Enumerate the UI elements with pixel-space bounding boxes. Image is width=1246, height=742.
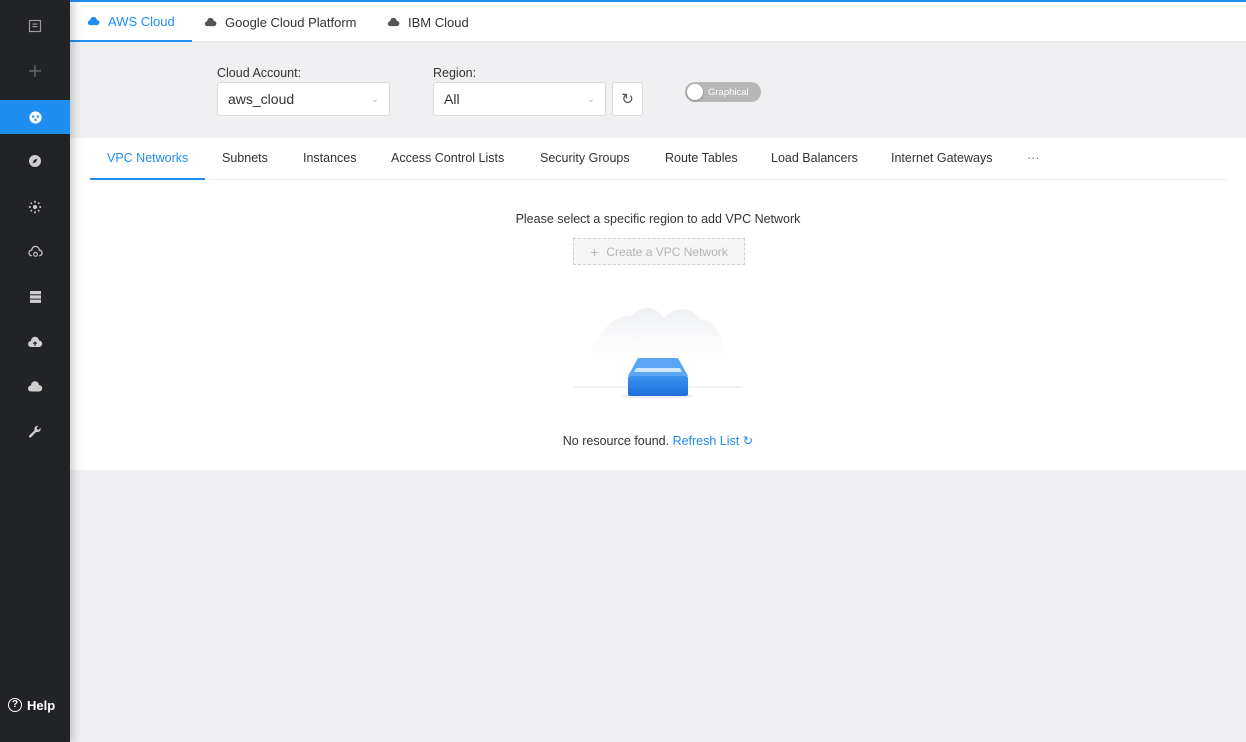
sidebar-item-network[interactable] <box>0 100 70 134</box>
help-label: Help <box>27 697 56 713</box>
tab-label: VPC Networks <box>107 151 189 165</box>
no-resource-label: No resource found. <box>562 434 670 448</box>
cloud-upload-icon <box>28 336 43 347</box>
cloud-icon <box>87 16 100 25</box>
refresh-icon: ↻ <box>742 434 754 448</box>
sidebar-item-add[interactable] <box>0 54 70 88</box>
tab-label: Security Groups <box>540 151 630 165</box>
sidebar-item-dashboard[interactable] <box>0 9 70 43</box>
chevron-down-icon: ⌄ <box>370 93 379 105</box>
region-value: All <box>444 91 460 107</box>
refresh-list-link[interactable]: Refresh List ↻ <box>673 434 754 448</box>
tab-vpc-networks[interactable]: VPC Networks <box>90 138 206 180</box>
plus-icon <box>29 65 41 77</box>
sidebar-item-cloud-upload[interactable] <box>0 325 70 359</box>
cloud-account-label: Cloud Account: <box>217 66 302 80</box>
tab-label: Google Cloud Platform <box>225 14 357 30</box>
tab-label: Load Balancers <box>771 151 858 165</box>
dashboard-icon <box>28 19 42 33</box>
sidebar: ? Help <box>0 0 70 742</box>
tab-label: Access Control Lists <box>391 151 505 165</box>
sidebar-item-cloud[interactable] <box>0 370 70 404</box>
plus-icon: + <box>590 243 599 260</box>
tab-label: AWS Cloud <box>108 13 175 29</box>
resource-tabs: VPC Networks Subnets Instances Access Co… <box>90 138 1226 180</box>
cloud-icon <box>204 17 217 26</box>
cloud-account-select[interactable]: aws_cloud ⌄ <box>217 82 390 116</box>
more-icon: ··· <box>1027 151 1040 165</box>
tab-route-tables[interactable]: Route Tables <box>665 138 738 180</box>
tab-instances[interactable]: Instances <box>303 138 357 180</box>
graphical-toggle[interactable]: Graphical <box>685 82 761 102</box>
empty-box-illustration <box>574 307 742 399</box>
cloud-sync-icon <box>27 245 43 257</box>
tab-internet-gateways[interactable]: Internet Gateways <box>891 138 992 180</box>
compass-icon <box>29 155 41 167</box>
sidebar-item-cloud-sync[interactable] <box>0 235 70 269</box>
toggle-label: Graphical <box>708 86 749 98</box>
sidebar-item-explore[interactable] <box>0 144 70 178</box>
help-icon: ? <box>8 698 22 712</box>
cloud-icon <box>28 381 43 392</box>
region-label: Region: <box>433 66 477 80</box>
chevron-down-icon: ⌄ <box>586 93 595 105</box>
network-icon <box>28 110 42 124</box>
filter-bar: Cloud Account: aws_cloud ⌄ Region: All ⌄… <box>70 42 1246 138</box>
sidebar-item-cluster[interactable] <box>0 190 70 224</box>
help-link[interactable]: ? Help <box>8 696 55 714</box>
refresh-icon: ↻ <box>621 91 634 108</box>
server-icon <box>29 291 41 303</box>
tab-access-control-lists[interactable]: Access Control Lists <box>391 138 504 180</box>
region-select[interactable]: All ⌄ <box>433 82 606 116</box>
tab-ibm-cloud[interactable]: IBM Cloud <box>370 2 486 42</box>
tab-security-groups[interactable]: Security Groups <box>540 138 630 180</box>
tab-label: IBM Cloud <box>408 14 469 30</box>
tab-label: Internet Gateways <box>891 151 993 165</box>
tab-subnets[interactable]: Subnets <box>222 138 268 180</box>
sidebar-item-server[interactable] <box>0 280 70 314</box>
sidebar-item-tools[interactable] <box>0 415 70 449</box>
create-button-label: Create a VPC Network <box>606 244 728 259</box>
tab-label: Subnets <box>222 151 268 165</box>
tab-label: Route Tables <box>665 151 738 165</box>
no-resource-text: No resource found. Refresh List ↻ <box>70 433 1246 448</box>
wrench-icon <box>28 425 41 438</box>
tab-aws-cloud[interactable]: AWS Cloud <box>70 2 192 42</box>
cloud-account-value: aws_cloud <box>228 91 295 107</box>
content-panel: VPC Networks Subnets Instances Access Co… <box>70 138 1246 470</box>
region-refresh-button[interactable]: ↻ <box>612 82 643 116</box>
tab-load-balancers[interactable]: Load Balancers <box>771 138 858 180</box>
toggle-knob <box>687 84 703 100</box>
create-vpc-network-button[interactable]: + Create a VPC Network <box>573 238 745 265</box>
tab-more[interactable]: ··· <box>1027 138 1040 180</box>
tab-label: Instances <box>303 151 357 165</box>
tab-google-cloud-platform[interactable]: Google Cloud Platform <box>187 2 374 42</box>
refresh-list-label: Refresh List <box>672 434 740 448</box>
empty-state-message: Please select a specific region to add V… <box>515 212 801 226</box>
cloud-icon <box>387 17 400 26</box>
cloud-provider-tabs: AWS Cloud Google Cloud Platform IBM Clou… <box>70 2 1246 42</box>
cluster-icon <box>28 200 42 214</box>
